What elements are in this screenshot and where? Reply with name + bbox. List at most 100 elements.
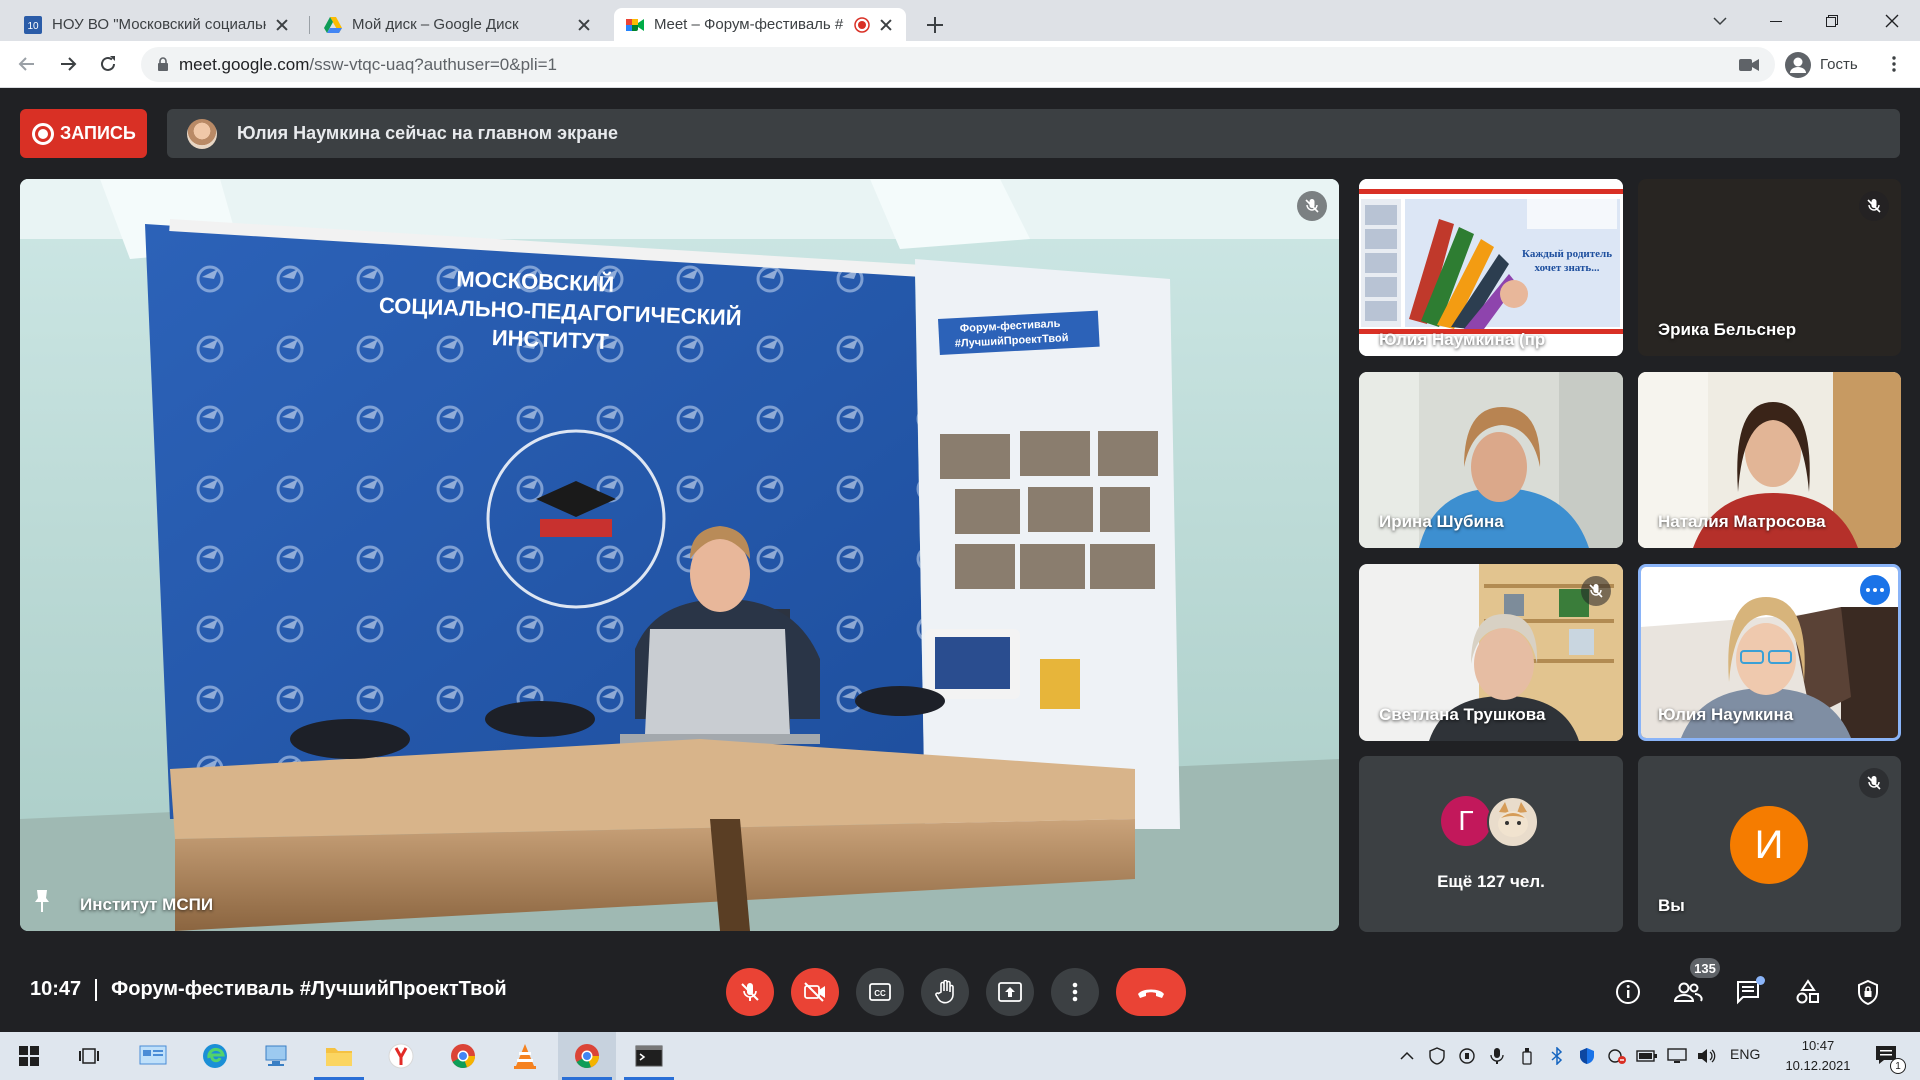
- people-icon: [1673, 982, 1703, 1002]
- taskbar-app-terminal[interactable]: [620, 1032, 678, 1080]
- raise-hand-button[interactable]: [921, 968, 969, 1016]
- minimize-button[interactable]: [1748, 0, 1804, 41]
- chat-button[interactable]: [1728, 972, 1768, 1012]
- host-controls-button[interactable]: [1848, 972, 1888, 1012]
- taskbar-app-control-panel[interactable]: [124, 1032, 182, 1080]
- tray-defender[interactable]: [1426, 1045, 1448, 1067]
- toggle-camera-button[interactable]: [791, 968, 839, 1016]
- tray-display[interactable]: [1666, 1045, 1688, 1067]
- participant-tile-natalia[interactable]: Наталия Матросова: [1638, 372, 1901, 548]
- taskbar-app-edge[interactable]: [186, 1032, 244, 1080]
- edge-browser-icon: [203, 1044, 227, 1068]
- chat-unread-dot: [1756, 976, 1765, 985]
- recording-icon: [32, 122, 54, 145]
- notifications-button[interactable]: 1: [1868, 1040, 1908, 1074]
- lock-icon: [158, 57, 168, 71]
- taskbar-app-chrome-active[interactable]: [558, 1032, 616, 1080]
- taskbar-app-file-explorer[interactable]: [310, 1032, 368, 1080]
- tray-microphone[interactable]: [1486, 1045, 1508, 1067]
- tab-search-button[interactable]: [1692, 0, 1748, 41]
- tray-usb[interactable]: [1516, 1045, 1538, 1067]
- chevron-up-icon: [1400, 1051, 1414, 1060]
- tray-security[interactable]: [1576, 1045, 1598, 1067]
- taskbar-app-network[interactable]: [248, 1032, 306, 1080]
- tray-network-drive[interactable]: [1456, 1045, 1478, 1067]
- reload-button[interactable]: [92, 48, 124, 80]
- yandex-browser-icon: [388, 1043, 414, 1069]
- microphone-icon: [1490, 1048, 1504, 1064]
- profile-button[interactable]: Гость: [1780, 48, 1880, 81]
- taskbar-app-vlc[interactable]: [496, 1032, 554, 1080]
- slide-line-2: хочет знать...: [1535, 262, 1600, 274]
- close-tab-icon[interactable]: [576, 17, 592, 33]
- info-icon: [1616, 980, 1640, 1004]
- tray-volume[interactable]: [1696, 1045, 1718, 1067]
- participant-tile-irina[interactable]: Ирина Шубина: [1359, 372, 1623, 548]
- participant-tile-erika[interactable]: Эрика Бельснер: [1638, 179, 1901, 356]
- chrome-icon: [451, 1044, 475, 1068]
- presenter-banner-text: Юлия Наумкина сейчас на главном экране: [237, 123, 618, 143]
- main-tile-name: Институт МСПИ: [80, 895, 214, 914]
- tab-mspi[interactable]: 10 НОУ ВО "Московский социальн: [12, 8, 302, 41]
- taskbar-app-yandex[interactable]: [372, 1032, 430, 1080]
- browser-toolbar: meet.google.com/ssw-vtqc-uaq?authuser=0&…: [0, 41, 1920, 88]
- meeting-info-button[interactable]: [1608, 972, 1648, 1012]
- control-panel-icon: [139, 1045, 167, 1065]
- vlc-cone-icon: [514, 1044, 536, 1069]
- tray-battery[interactable]: [1636, 1045, 1658, 1067]
- tab-google-drive[interactable]: Мой диск – Google Диск: [312, 8, 604, 41]
- system-clock[interactable]: 10:47 10.12.2021: [1774, 1036, 1862, 1076]
- show-hidden-icons-button[interactable]: [1396, 1045, 1418, 1067]
- slide-line-1: Каждый родитель: [1522, 248, 1612, 260]
- toggle-microphone-button[interactable]: [726, 968, 774, 1016]
- present-now-button[interactable]: [986, 968, 1034, 1016]
- input-language[interactable]: ENG: [1730, 1046, 1760, 1062]
- taskbar-app-chrome[interactable]: [434, 1032, 492, 1080]
- close-icon: [1885, 14, 1899, 27]
- tile-name: Наталия Матросова: [1658, 512, 1826, 531]
- more-options-button[interactable]: [1051, 968, 1099, 1016]
- participant-tile-yulia[interactable]: Юлия Наумкина: [1638, 564, 1901, 741]
- url-text: meet.google.com/ssw-vtqc-uaq?authuser=0&…: [179, 55, 557, 75]
- tab-separator: [309, 16, 310, 34]
- tile-more-options-button[interactable]: [1860, 575, 1890, 605]
- tab-google-meet[interactable]: Meet – Форум-фестиваль #: [614, 8, 906, 41]
- present-screen-icon: [998, 982, 1022, 1002]
- speaker-icon: [1698, 1049, 1716, 1063]
- captions-button[interactable]: CC: [856, 968, 904, 1016]
- pin-icon[interactable]: [34, 889, 50, 913]
- close-tab-icon[interactable]: [274, 17, 290, 33]
- start-button[interactable]: [0, 1032, 58, 1080]
- mic-off-icon: [741, 983, 759, 1001]
- task-view-button[interactable]: [60, 1032, 118, 1080]
- tray-network-status[interactable]: [1606, 1045, 1628, 1067]
- arrow-right-icon: [61, 57, 77, 71]
- main-video-tile[interactable]: МОСКОВСКИЙ СОЦИАЛЬНО-ПЕДАГОГИЧЕСКИЙ ИНСТ…: [20, 179, 1339, 931]
- tray-bluetooth[interactable]: [1546, 1045, 1568, 1067]
- close-tab-icon[interactable]: [878, 17, 894, 33]
- participant-tile-svetlana[interactable]: Светлана Трушкова: [1359, 564, 1623, 741]
- forward-button[interactable]: [52, 48, 84, 80]
- leave-call-button[interactable]: [1116, 968, 1186, 1016]
- new-tab-button[interactable]: [920, 10, 950, 40]
- address-bar[interactable]: meet.google.com/ssw-vtqc-uaq?authuser=0&…: [141, 47, 1775, 82]
- activities-shapes-icon: [1796, 979, 1819, 1004]
- participant-tile-self[interactable]: И Вы: [1638, 756, 1901, 932]
- hang-up-icon: [1138, 989, 1164, 998]
- browser-menu-button[interactable]: [1878, 48, 1910, 80]
- close-window-button[interactable]: [1864, 0, 1920, 41]
- participants-button[interactable]: 135: [1668, 958, 1720, 1012]
- back-button[interactable]: [11, 48, 43, 80]
- participant-tile-presentation[interactable]: Каждый родитель хочет знать... Юлия Наум…: [1359, 179, 1623, 356]
- activities-button[interactable]: [1788, 972, 1828, 1012]
- notifications-count: 1: [1890, 1058, 1906, 1074]
- maximize-button[interactable]: [1804, 0, 1860, 41]
- tab-title: Meet – Форум-фестиваль #: [654, 16, 844, 33]
- participant-tile-others[interactable]: Г Ещё 127 чел.: [1359, 756, 1623, 932]
- tile-name: Юлия Наумкина (пр: [1379, 330, 1546, 349]
- windows-logo-icon: [19, 1046, 39, 1066]
- network-drive-icon: [1459, 1048, 1475, 1064]
- monitor-icon: [1667, 1048, 1687, 1063]
- svg-text:CC: CC: [874, 989, 886, 998]
- camera-in-use-icon[interactable]: [1739, 58, 1759, 72]
